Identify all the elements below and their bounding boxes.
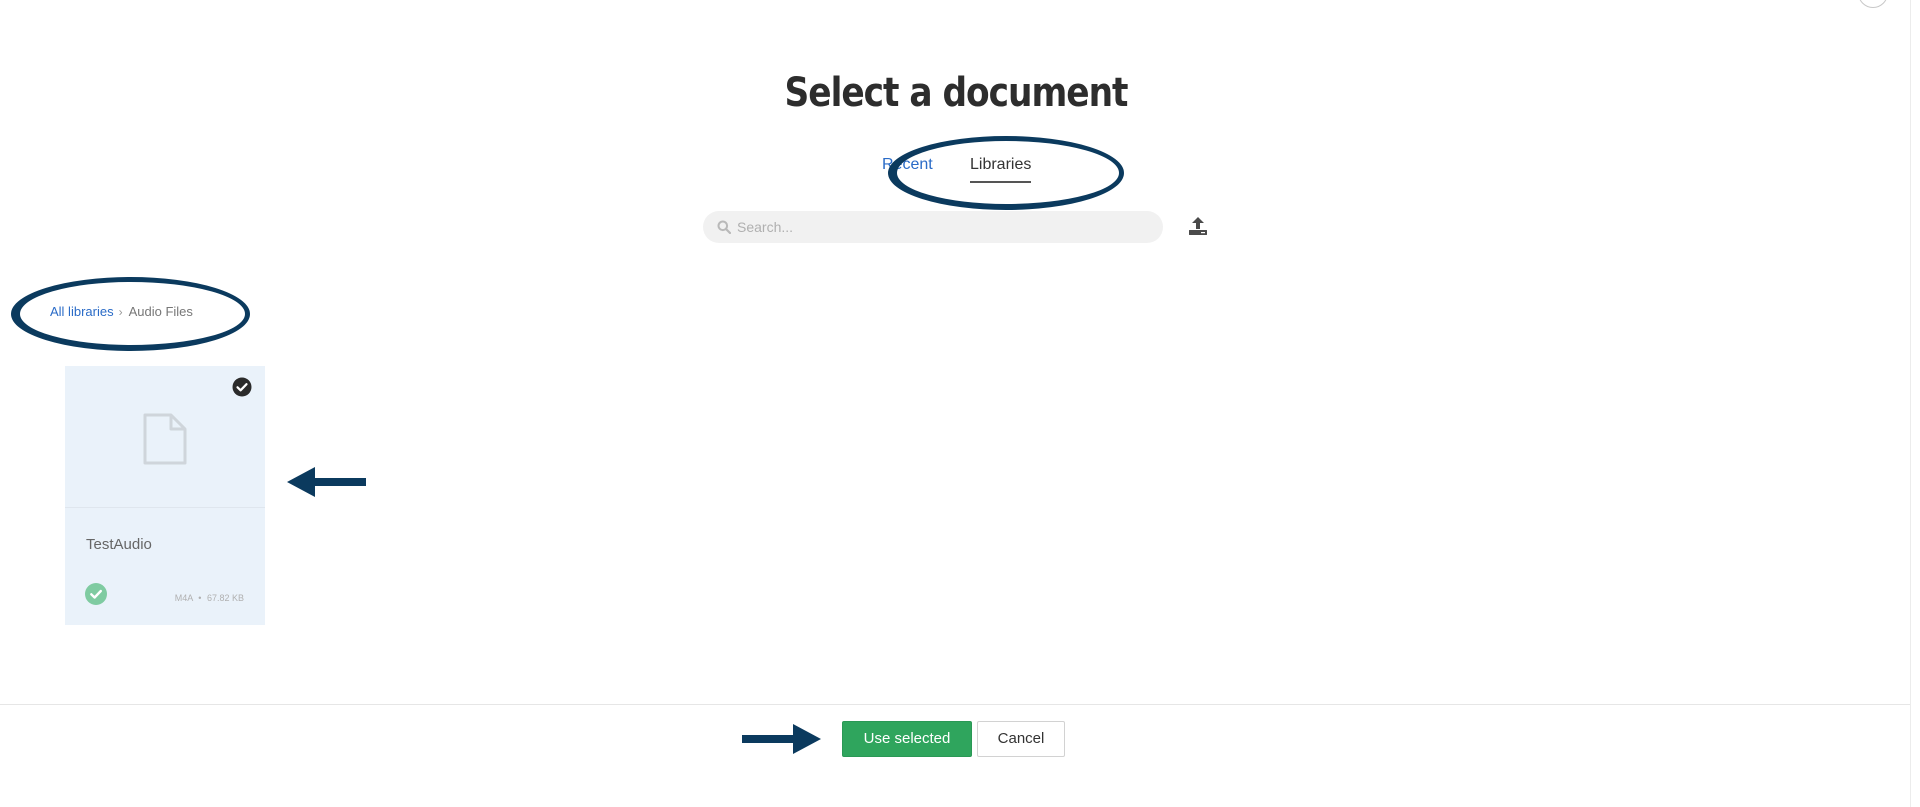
file-icon — [143, 413, 187, 465]
document-picker-dialog: Select a document Recent Libraries All l… — [0, 0, 1920, 807]
cancel-button[interactable]: Cancel — [977, 721, 1065, 757]
upload-icon[interactable] — [1186, 214, 1210, 238]
breadcrumb-separator: › — [118, 305, 123, 319]
search-box[interactable] — [703, 211, 1163, 243]
meta-separator: • — [198, 593, 202, 603]
tab-libraries[interactable]: Libraries — [970, 155, 1032, 183]
search-input[interactable] — [737, 211, 1147, 243]
annotation-arrow-right — [742, 724, 821, 754]
file-card[interactable]: TestAudio M4A • 67.82 KB — [65, 366, 265, 625]
file-meta: M4A • 67.82 KB — [175, 593, 244, 603]
annotation-arrow-left — [287, 467, 366, 497]
tab-recent[interactable]: Recent — [882, 155, 933, 175]
file-preview — [65, 366, 265, 508]
close-button[interactable] — [1858, 0, 1888, 8]
scrollbar-gutter — [1910, 0, 1920, 807]
page-title: Select a document — [784, 70, 1129, 116]
file-type: M4A — [174, 593, 193, 603]
file-name: TestAudio — [86, 536, 152, 553]
breadcrumb-current: Audio Files — [128, 304, 193, 319]
check-circle-icon — [85, 583, 107, 605]
file-size: 67.82 KB — [206, 593, 244, 603]
use-selected-button[interactable]: Use selected — [842, 721, 972, 757]
search-icon — [717, 220, 731, 234]
check-circle-icon[interactable] — [232, 377, 252, 397]
breadcrumb-all-libraries[interactable]: All libraries — [50, 304, 114, 319]
breadcrumb: All libraries › Audio Files — [50, 303, 193, 321]
